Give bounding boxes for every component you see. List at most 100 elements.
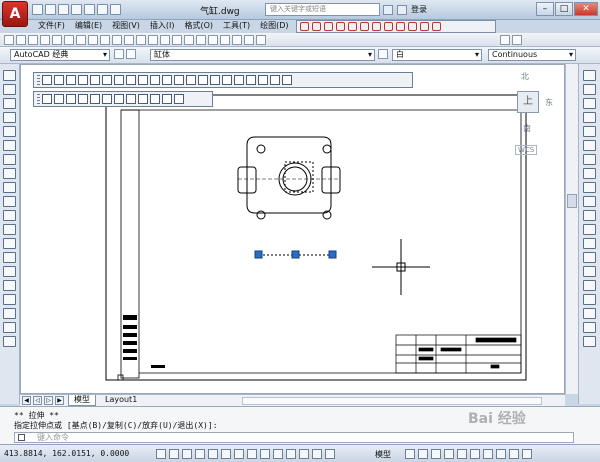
drawing-area[interactable]: 北 上 东 南 WCS — [20, 64, 565, 394]
dim-radius-icon[interactable] — [90, 75, 100, 85]
save-icon[interactable] — [28, 35, 38, 45]
snap-mode-icon[interactable] — [169, 449, 179, 459]
join-icon[interactable] — [583, 252, 596, 263]
dynamic-ucs-icon[interactable] — [260, 449, 270, 459]
minimize-button[interactable]: – — [536, 2, 554, 16]
scroll-thumb[interactable] — [567, 194, 577, 208]
menu-tools[interactable]: 工具(T) — [223, 20, 250, 32]
object-snap-tracking-icon[interactable] — [247, 449, 257, 459]
last-tab-button[interactable]: ▶ — [55, 396, 64, 405]
plot-icon[interactable] — [40, 35, 50, 45]
dim-edit-icon[interactable] — [420, 22, 429, 31]
dim-text-edit-icon[interactable] — [258, 75, 268, 85]
erase-icon[interactable] — [42, 94, 52, 104]
application-menu-button[interactable]: A — [2, 1, 28, 27]
auto-scale-icon[interactable] — [457, 449, 467, 459]
open-icon[interactable] — [45, 4, 56, 15]
viewcube[interactable]: 北 上 东 南 WCS — [499, 71, 559, 156]
quick-view-drawings-icon[interactable] — [418, 449, 428, 459]
rotate-icon[interactable] — [114, 94, 124, 104]
wcs-menu[interactable]: WCS — [515, 145, 538, 155]
tolerance-icon[interactable] — [396, 22, 405, 31]
dim-baseline-icon[interactable] — [150, 75, 160, 85]
dim-update-icon[interactable] — [270, 75, 280, 85]
construction-line-icon[interactable] — [3, 84, 16, 95]
object-snap-icon[interactable] — [221, 449, 231, 459]
lineweight-icon[interactable] — [286, 449, 296, 459]
table-icon[interactable] — [3, 308, 16, 319]
pan-icon[interactable] — [148, 35, 158, 45]
stretch-icon[interactable] — [583, 182, 596, 193]
markup-icon[interactable] — [244, 35, 254, 45]
menu-view[interactable]: 视图(V) — [112, 20, 140, 32]
scale-icon[interactable] — [126, 94, 136, 104]
center-mark-icon[interactable] — [408, 22, 417, 31]
jogged-linear-icon[interactable] — [234, 75, 244, 85]
ortho-mode-icon[interactable] — [195, 449, 205, 459]
transparency-icon[interactable] — [299, 449, 309, 459]
polygon-icon[interactable] — [3, 112, 16, 123]
search-input[interactable]: 键入关键字或短语 — [265, 3, 380, 16]
plot-icon[interactable] — [84, 4, 95, 15]
new-icon[interactable] — [4, 35, 14, 45]
menu-format[interactable]: 格式(O) — [184, 20, 213, 32]
quick-dim-icon[interactable] — [138, 75, 148, 85]
move-icon[interactable] — [583, 140, 596, 151]
undo-icon[interactable] — [124, 35, 134, 45]
close-button[interactable]: ✕ — [574, 2, 598, 16]
draw-order-icon[interactable] — [583, 308, 596, 319]
tool-palette-icon[interactable] — [220, 35, 230, 45]
chamfer-icon[interactable] — [583, 266, 596, 277]
color-select[interactable]: 白 — [392, 49, 482, 61]
offset-icon[interactable] — [583, 112, 596, 123]
next-tab-button[interactable]: ▷ — [44, 396, 53, 405]
viewcube-north[interactable]: 北 — [521, 71, 529, 82]
quick-properties-icon[interactable] — [312, 449, 322, 459]
rotate-icon[interactable] — [583, 154, 596, 165]
break-icon[interactable] — [583, 238, 596, 249]
menu-insert[interactable]: 插入(I) — [150, 20, 175, 32]
dim-jogged-icon[interactable] — [102, 75, 112, 85]
arc-icon[interactable] — [3, 140, 16, 151]
array-icon[interactable] — [90, 94, 100, 104]
ellipse-arc-icon[interactable] — [3, 210, 16, 221]
point-icon[interactable] — [3, 252, 16, 263]
inspection-icon[interactable] — [222, 75, 232, 85]
viewcube-east[interactable]: 东 — [545, 97, 553, 108]
copy-icon[interactable] — [583, 84, 596, 95]
zoom-realtime-icon[interactable] — [160, 35, 170, 45]
revision-cloud-icon[interactable] — [3, 168, 16, 179]
mirror-icon[interactable] — [583, 98, 596, 109]
cut-icon[interactable] — [76, 35, 86, 45]
design-center-icon[interactable] — [208, 35, 218, 45]
toolbar-lock-icon[interactable] — [483, 449, 493, 459]
match-properties-icon[interactable] — [112, 35, 122, 45]
paste-icon[interactable] — [100, 35, 110, 45]
menu-file[interactable]: 文件(F) — [38, 20, 65, 32]
coordinate-readout[interactable]: 413.8814, 162.0151, 0.0000 — [4, 449, 129, 458]
viewcube-south[interactable]: 南 — [523, 123, 531, 134]
login-link[interactable]: 登录 — [411, 4, 427, 15]
polar-tracking-icon[interactable] — [208, 449, 218, 459]
clean-screen-icon[interactable] — [522, 449, 532, 459]
dim-continue-icon[interactable] — [162, 75, 172, 85]
continue-dim-icon[interactable] — [384, 22, 393, 31]
hatch-icon[interactable] — [3, 266, 16, 277]
dim-style-icon[interactable] — [282, 75, 292, 85]
dim-aligned-icon[interactable] — [54, 75, 64, 85]
radius-dim-icon[interactable] — [336, 22, 345, 31]
dim-linear-icon[interactable] — [42, 75, 52, 85]
diameter-dim-icon[interactable] — [348, 22, 357, 31]
group-icon[interactable] — [583, 322, 596, 333]
command-input[interactable]: 键入命令 — [14, 432, 574, 443]
dim-diameter-icon[interactable] — [114, 75, 124, 85]
tab-model[interactable]: 模型 — [68, 395, 96, 406]
fillet-icon[interactable] — [583, 280, 596, 291]
ellipse-icon[interactable] — [3, 196, 16, 207]
workspace-select[interactable]: AutoCAD 经典 — [10, 49, 110, 61]
zoom-previous-icon[interactable] — [184, 35, 194, 45]
properties-icon[interactable] — [196, 35, 206, 45]
fillet-icon[interactable] — [174, 94, 184, 104]
3d-object-snap-icon[interactable] — [234, 449, 244, 459]
sheet-set-icon[interactable] — [232, 35, 242, 45]
